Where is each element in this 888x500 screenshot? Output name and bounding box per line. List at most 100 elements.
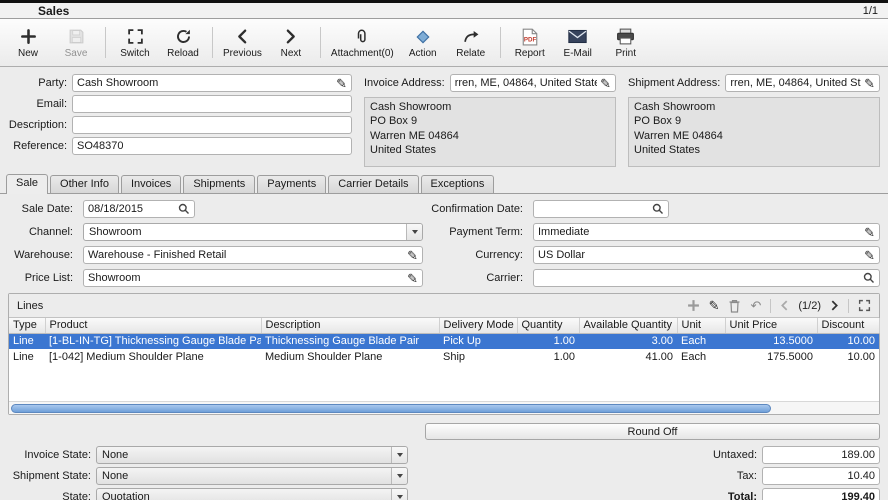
tab-carrier-details[interactable]: Carrier Details	[328, 175, 419, 193]
shipment-address-box: Cash Showroom PO Box 9 Warren ME 04864 U…	[628, 97, 880, 167]
sale-date-search-button[interactable]	[175, 203, 190, 215]
warehouse-input[interactable]: Warehouse - Finished Retail ✎	[83, 246, 423, 264]
description-label: Description:	[8, 119, 67, 131]
col-discount[interactable]: Discount	[817, 318, 880, 334]
edit-warehouse-button[interactable]: ✎	[404, 249, 418, 262]
add-line-button[interactable]	[687, 299, 700, 312]
col-delivery-mode[interactable]: Delivery Mode	[439, 318, 518, 334]
invoice-state-dropdown-button[interactable]	[391, 447, 407, 463]
tab-payments[interactable]: Payments	[257, 175, 327, 193]
col-unit-price[interactable]: Unit Price	[725, 318, 818, 334]
new-button[interactable]: New	[4, 21, 52, 64]
currency-label: Currency:	[475, 249, 523, 261]
carrier-search-button[interactable]	[860, 272, 875, 284]
table-empty-area	[9, 365, 879, 401]
lines-pager: (1/2)	[798, 299, 821, 312]
edit-payment-term-button[interactable]: ✎	[861, 226, 875, 239]
party-input[interactable]: Cash Showroom ✎	[72, 74, 352, 92]
titlebar: Sales 1/1	[0, 3, 888, 19]
edit-line-button[interactable]: ✎	[709, 299, 720, 312]
carrier-input[interactable]	[533, 269, 880, 287]
currency-input[interactable]: US Dollar ✎	[533, 246, 880, 264]
previous-button[interactable]: Previous	[218, 21, 267, 64]
attachment-button[interactable]: Attachment(0)	[326, 21, 399, 64]
table-row[interactable]: Line [1-042] Medium Shoulder Plane Mediu…	[9, 349, 879, 365]
tab-bar: Sale Other Info Invoices Shipments Payme…	[0, 173, 888, 194]
reload-button[interactable]: Reload	[159, 21, 207, 64]
scrollbar-thumb[interactable]	[11, 403, 771, 413]
confirmation-date-input[interactable]	[533, 200, 669, 218]
confirmation-date-search-button[interactable]	[649, 203, 664, 215]
party-label: Party:	[38, 77, 67, 89]
email-input[interactable]	[72, 95, 352, 113]
payment-term-label: Payment Term:	[449, 226, 523, 238]
shipment-state-dropdown-button[interactable]	[391, 468, 407, 484]
action-button[interactable]: Action	[399, 21, 447, 64]
channel-select[interactable]: Showroom	[83, 223, 423, 241]
col-description[interactable]: Description	[261, 318, 440, 334]
lines-next-button[interactable]	[830, 300, 839, 311]
edit-price-list-button[interactable]: ✎	[404, 272, 418, 285]
invoice-address-input[interactable]: rren, ME, 04864, United States ✎	[449, 74, 616, 92]
chevron-down-icon	[396, 495, 403, 499]
delete-line-button[interactable]	[728, 299, 741, 313]
tab-sale[interactable]: Sale	[6, 174, 49, 194]
col-type[interactable]: Type	[9, 318, 46, 334]
table-header-row: Type Product Description Delivery Mode Q…	[9, 318, 880, 334]
tab-invoices[interactable]: Invoices	[120, 175, 182, 193]
shipment-address-input[interactable]: rren, ME, 04864, United States ✎	[725, 74, 880, 92]
pencil-icon: ✎	[864, 75, 875, 91]
sale-date-input[interactable]: 08/18/2015	[83, 200, 195, 218]
sale-date-label: Sale Date:	[21, 203, 73, 215]
payment-term-input[interactable]: Immediate ✎	[533, 223, 880, 241]
reference-label: Reference:	[13, 140, 67, 152]
edit-invoice-address-button[interactable]: ✎	[597, 77, 611, 90]
state-dropdown-button[interactable]	[391, 489, 407, 500]
lines-toolbar-separator	[770, 298, 772, 313]
col-product[interactable]: Product	[45, 318, 262, 334]
reference-input[interactable]: SO48370	[72, 137, 352, 155]
relate-arrow-icon	[462, 27, 480, 46]
channel-dropdown-button[interactable]	[406, 224, 422, 240]
email-button[interactable]: E-Mail	[554, 21, 602, 64]
table-row[interactable]: Line [1-BL-IN-TG] Thicknessing Gauge Bla…	[9, 333, 879, 349]
tab-shipments[interactable]: Shipments	[183, 175, 256, 193]
price-list-input[interactable]: Showroom ✎	[83, 269, 423, 287]
horizontal-scrollbar[interactable]	[9, 401, 879, 414]
col-unit[interactable]: Unit	[677, 318, 726, 334]
state-select[interactable]: Quotation	[96, 488, 408, 500]
invoice-address-box: Cash Showroom PO Box 9 Warren ME 04864 U…	[364, 97, 616, 167]
envelope-icon	[568, 27, 587, 46]
tab-exceptions[interactable]: Exceptions	[420, 175, 495, 193]
sale-tab-panel: Sale Date: 08/18/2015 Confirmation Date:…	[0, 194, 888, 287]
tab-other-info[interactable]: Other Info	[50, 175, 119, 193]
relate-button[interactable]: Relate	[447, 21, 495, 64]
save-button[interactable]: Save	[52, 21, 100, 64]
report-button[interactable]: PDF Report	[506, 21, 554, 64]
lines-previous-button[interactable]	[780, 300, 789, 311]
invoice-state-select[interactable]: None	[96, 446, 408, 464]
channel-label: Channel:	[28, 226, 73, 238]
tax-value: 10.40	[762, 467, 880, 485]
undo-line-button[interactable]: ↶	[750, 299, 761, 312]
lines-expand-button[interactable]	[858, 299, 871, 312]
page-title: Sales	[38, 3, 70, 18]
record-pager: 1/1	[862, 4, 878, 17]
round-off-button[interactable]: Round Off	[425, 423, 880, 440]
pencil-icon: ✎	[864, 247, 875, 263]
edit-party-button[interactable]: ✎	[333, 77, 347, 90]
shipment-state-select[interactable]: None	[96, 467, 408, 485]
edit-currency-button[interactable]: ✎	[861, 249, 875, 262]
description-input[interactable]	[72, 116, 352, 134]
chevron-down-icon	[396, 474, 403, 478]
price-list-label: Price List:	[24, 272, 73, 284]
edit-shipment-address-button[interactable]: ✎	[861, 77, 875, 90]
print-button[interactable]: Print	[602, 21, 650, 64]
untaxed-label: Untaxed:	[712, 449, 757, 461]
confirmation-date-label: Confirmation Date:	[431, 203, 523, 215]
col-available-quantity[interactable]: Available Quantity	[579, 318, 678, 334]
switch-button[interactable]: Switch	[111, 21, 159, 64]
paperclip-icon	[353, 27, 371, 46]
col-quantity[interactable]: Quantity	[517, 318, 580, 334]
next-button[interactable]: Next	[267, 21, 315, 64]
